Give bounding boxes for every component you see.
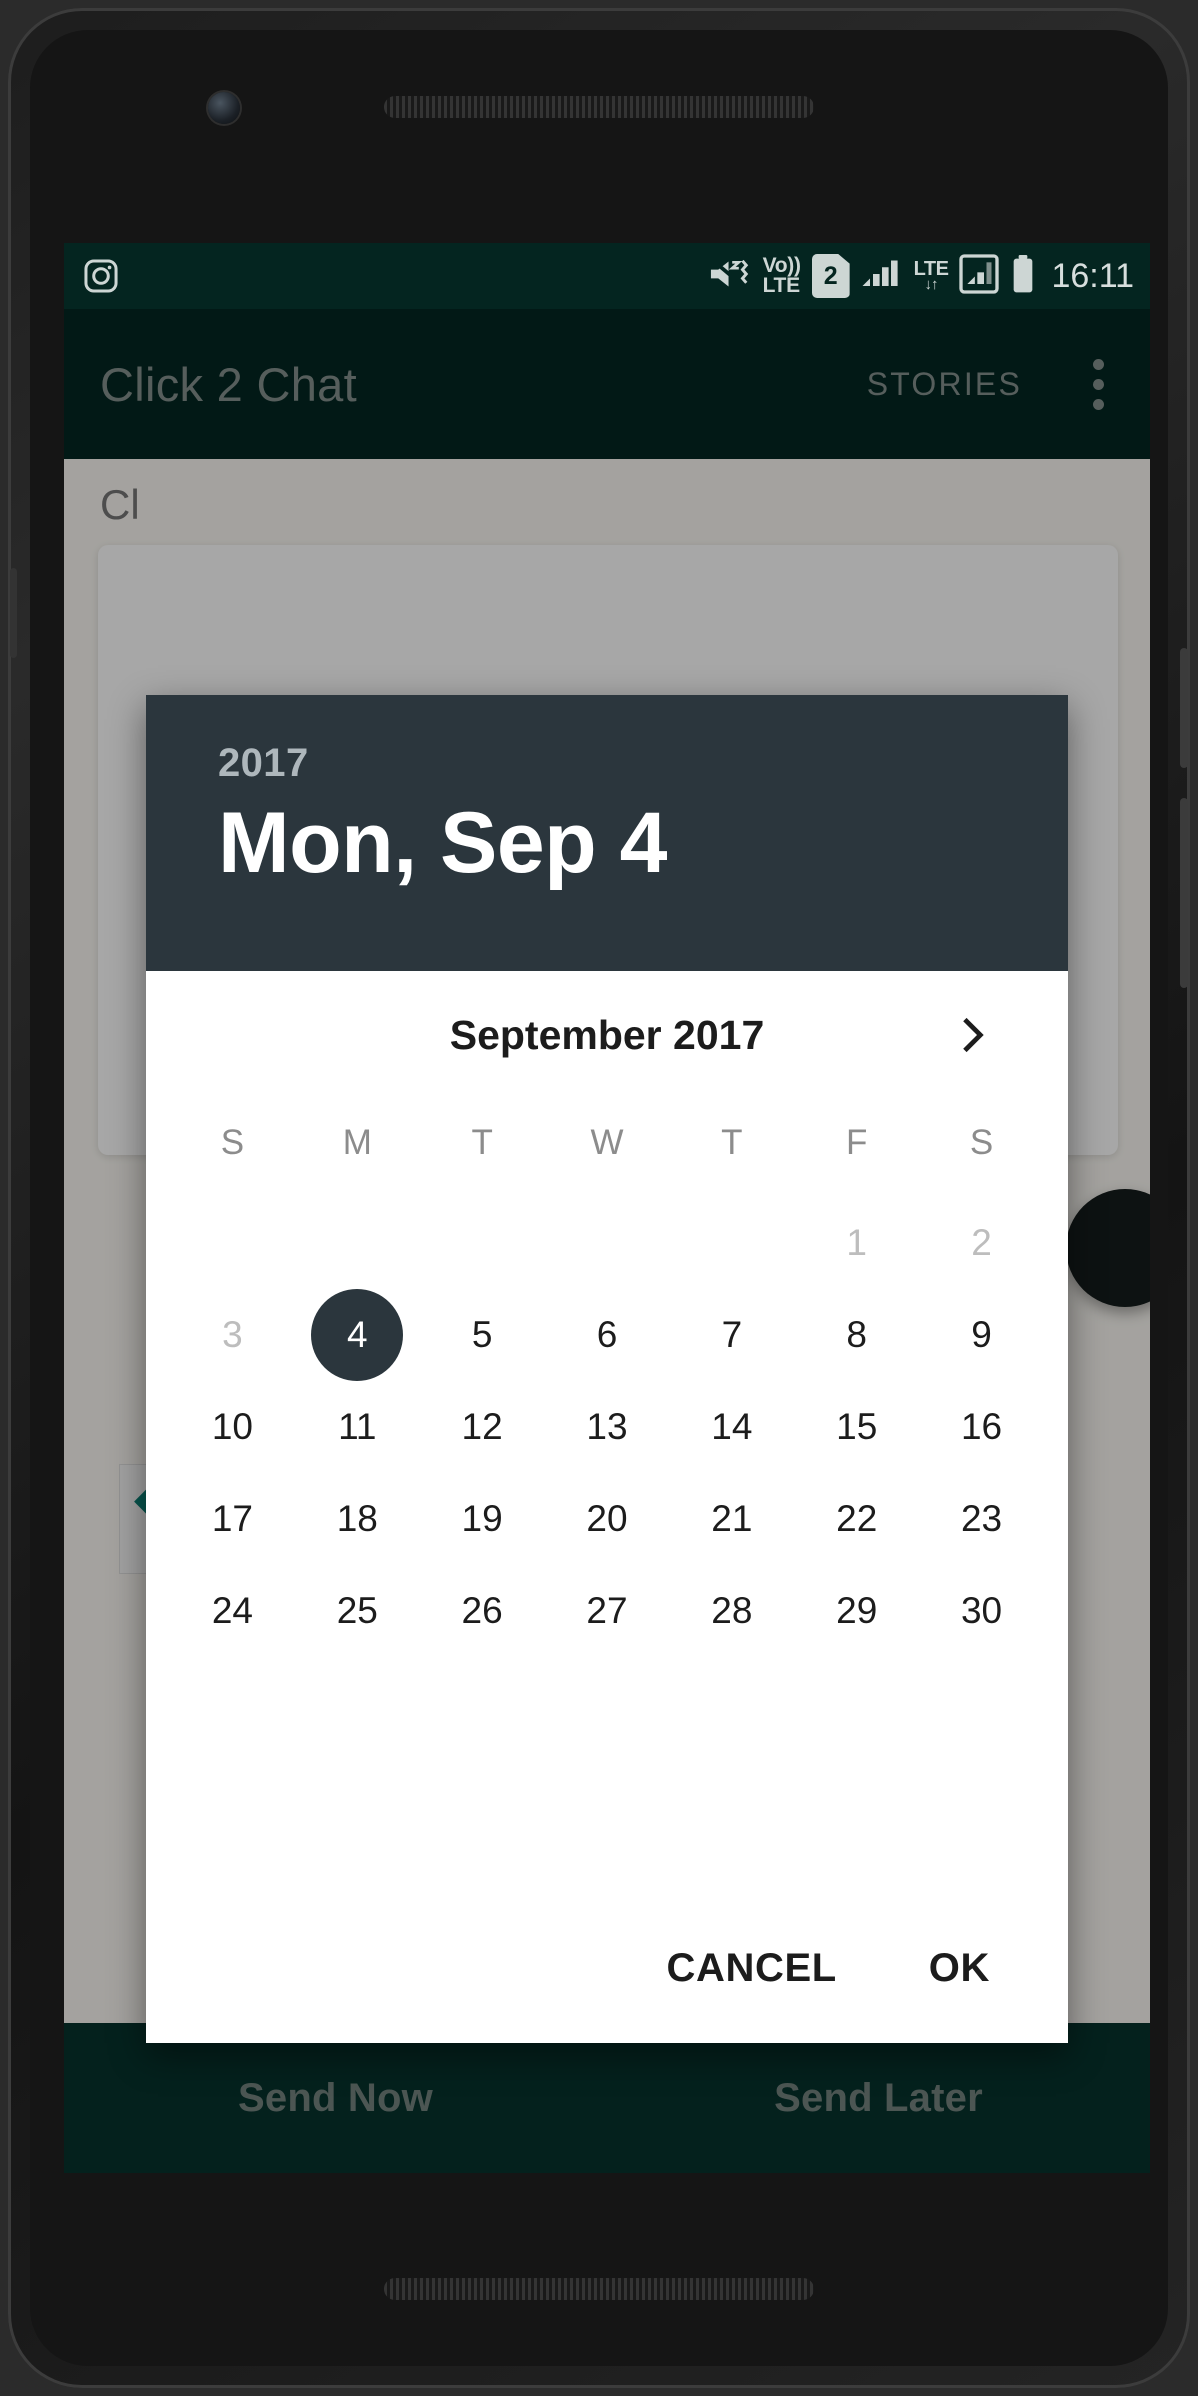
weekday-header-row: SMTWTFS bbox=[146, 1099, 1068, 1187]
calendar-day-17[interactable]: 17 bbox=[170, 1473, 295, 1565]
left-side-button[interactable] bbox=[10, 568, 17, 658]
calendar-day-11[interactable]: 11 bbox=[295, 1381, 420, 1473]
calendar-grid: 1 2 3 4 5 6 7 8 9 10 11 12 13 14 15 16 17 18 19 20 21 22 23 24 2… bbox=[146, 1187, 1068, 1657]
month-year-label: September 2017 bbox=[449, 1011, 765, 1058]
calendar-day-15[interactable]: 15 bbox=[794, 1381, 919, 1473]
calendar-day-29[interactable]: 29 bbox=[794, 1565, 919, 1657]
calendar-day-27[interactable]: 27 bbox=[545, 1565, 670, 1657]
weekday-label-2: T bbox=[471, 1123, 493, 1162]
calendar-day-8[interactable]: 8 bbox=[794, 1289, 919, 1381]
calendar-day-23[interactable]: 23 bbox=[919, 1473, 1044, 1565]
calendar-empty-cell bbox=[170, 1197, 295, 1289]
calendar-day-19[interactable]: 19 bbox=[420, 1473, 545, 1565]
bottom-speaker-grille bbox=[384, 2278, 814, 2300]
date-picker-header: 2017 Mon, Sep 4 bbox=[146, 695, 1068, 971]
signal-bars-icon bbox=[861, 256, 903, 297]
lte-arrows-label: ↓↑ bbox=[924, 276, 939, 294]
calendar-day-24[interactable]: 24 bbox=[170, 1565, 295, 1657]
calendar-day-25[interactable]: 25 bbox=[295, 1565, 420, 1657]
sim-number-label: 2 bbox=[823, 261, 838, 290]
month-navigation: September 2017 bbox=[146, 971, 1068, 1099]
date-picker-dialog: 2017 Mon, Sep 4 September 2017 SMTWTFS 1… bbox=[146, 695, 1068, 2043]
calendar-day-5[interactable]: 5 bbox=[420, 1289, 545, 1381]
calendar-day-14[interactable]: 14 bbox=[669, 1381, 794, 1473]
selected-year[interactable]: 2017 bbox=[218, 741, 1068, 786]
front-camera bbox=[208, 92, 240, 124]
calendar-day-26[interactable]: 26 bbox=[420, 1565, 545, 1657]
volume-mute-vibrate-icon bbox=[708, 255, 752, 298]
calendar-day-28[interactable]: 28 bbox=[669, 1565, 794, 1657]
instagram-icon bbox=[82, 257, 120, 295]
volte-icon: Vo)) LTE bbox=[762, 254, 801, 297]
calendar-day-22[interactable]: 22 bbox=[794, 1473, 919, 1565]
calendar-empty-cell bbox=[295, 1197, 420, 1289]
weekday-label-1: M bbox=[342, 1123, 372, 1162]
dialog-actions: CANCEL OK bbox=[146, 1893, 1068, 2043]
cancel-button[interactable]: CANCEL bbox=[667, 1946, 837, 1991]
weekday-label-5: F bbox=[846, 1123, 868, 1162]
calendar-day-12[interactable]: 12 bbox=[420, 1381, 545, 1473]
calendar-day-9[interactable]: 9 bbox=[919, 1289, 1044, 1381]
calendar-empty-cell bbox=[669, 1197, 794, 1289]
weekday-label-4: T bbox=[721, 1123, 743, 1162]
calendar-day-1[interactable]: 1 bbox=[794, 1197, 919, 1289]
calendar-day-7[interactable]: 7 bbox=[669, 1289, 794, 1381]
weekday-label-0: S bbox=[220, 1123, 245, 1162]
phone-screen: Vo)) LTE 2 LTE ↓↑ 16:11 Click 2 Chat STO… bbox=[64, 243, 1150, 2173]
power-button[interactable] bbox=[1180, 648, 1188, 768]
calendar-day-10[interactable]: 10 bbox=[170, 1381, 295, 1473]
sim2-badge: 2 bbox=[811, 254, 850, 298]
calendar-day-30[interactable]: 30 bbox=[919, 1565, 1044, 1657]
volte-top-label: Vo)) bbox=[762, 254, 801, 278]
volte-bottom-label: LTE bbox=[762, 274, 801, 297]
calendar-day-16[interactable]: 16 bbox=[919, 1381, 1044, 1473]
volume-button[interactable] bbox=[1180, 798, 1188, 988]
ok-button[interactable]: OK bbox=[929, 1946, 990, 1991]
weekday-label-3: W bbox=[590, 1123, 624, 1162]
chevron-right-icon[interactable] bbox=[942, 1004, 1004, 1066]
status-bar: Vo)) LTE 2 LTE ↓↑ 16:11 bbox=[64, 243, 1150, 309]
status-bar-clock: 16:11 bbox=[1051, 256, 1134, 295]
status-bar-left bbox=[82, 257, 120, 295]
calendar-day-6[interactable]: 6 bbox=[545, 1289, 670, 1381]
calendar-day-2[interactable]: 2 bbox=[919, 1197, 1044, 1289]
signal-secondary-icon bbox=[959, 253, 1000, 299]
weekday-label-6: S bbox=[969, 1123, 994, 1162]
calendar-day-13[interactable]: 13 bbox=[545, 1381, 670, 1473]
calendar-day-20[interactable]: 20 bbox=[545, 1473, 670, 1565]
calendar-day-3[interactable]: 3 bbox=[170, 1289, 295, 1381]
calendar-day-4[interactable]: 4 bbox=[295, 1289, 420, 1381]
calendar-empty-cell bbox=[545, 1197, 670, 1289]
status-bar-right: Vo)) LTE 2 LTE ↓↑ 16:11 bbox=[708, 253, 1134, 299]
earpiece-speaker bbox=[384, 96, 814, 118]
phone-frame: Vo)) LTE 2 LTE ↓↑ 16:11 Click 2 Chat STO… bbox=[8, 8, 1190, 2388]
selected-date-label[interactable]: Mon, Sep 4 bbox=[218, 794, 1068, 893]
calendar-day-18[interactable]: 18 bbox=[295, 1473, 420, 1565]
calendar-day-21[interactable]: 21 bbox=[669, 1473, 794, 1565]
calendar-empty-cell bbox=[420, 1197, 545, 1289]
lte-data-icon: LTE ↓↑ bbox=[914, 259, 949, 294]
battery-icon bbox=[1010, 254, 1036, 299]
